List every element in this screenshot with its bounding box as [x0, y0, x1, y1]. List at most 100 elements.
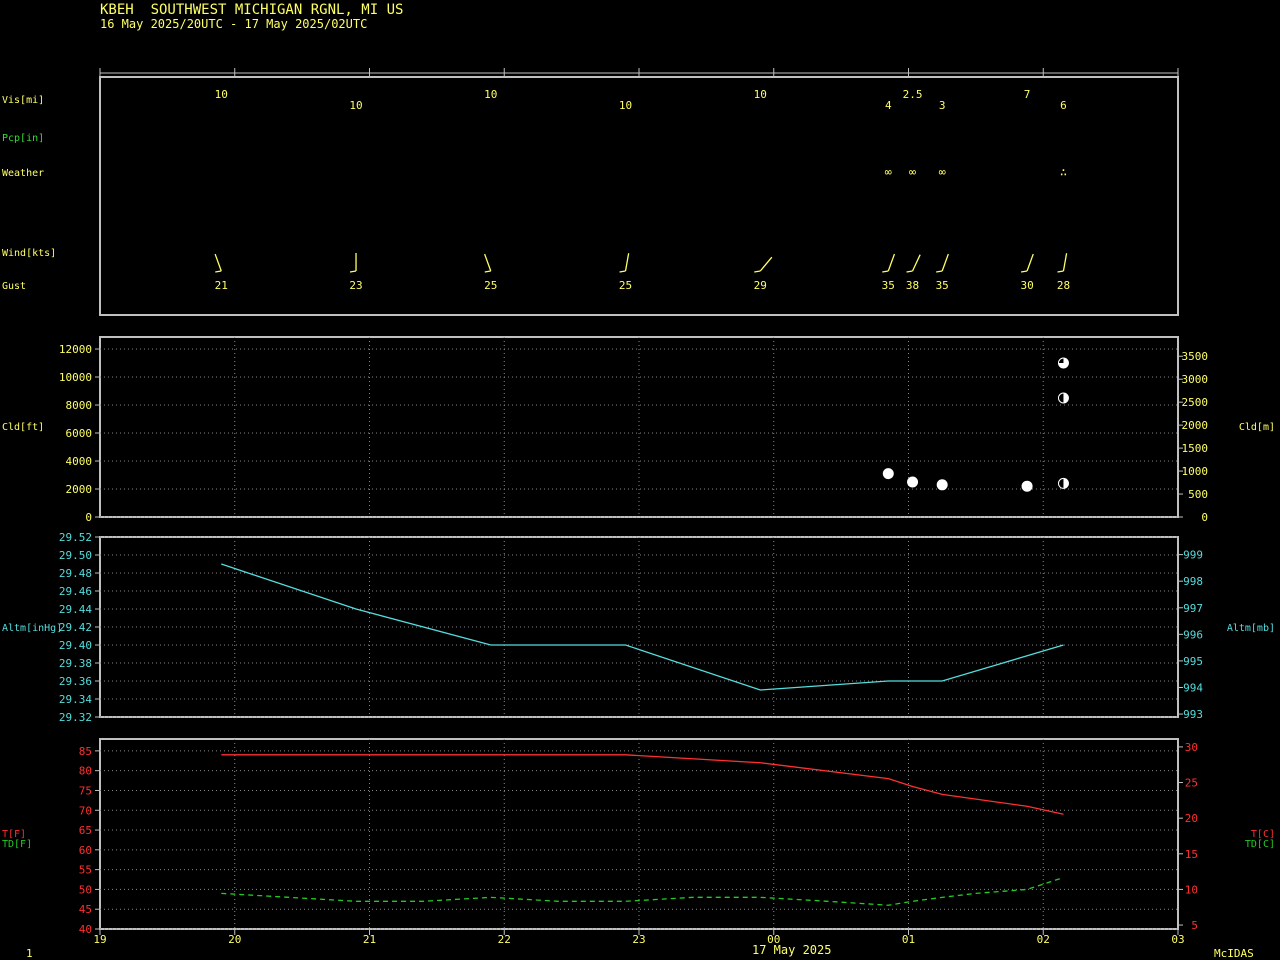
altimeter-inhg-tick-label: 29.46 — [59, 585, 92, 598]
visibility-value: 10 — [619, 99, 632, 112]
wind-row-label: Wind[kts] — [2, 248, 56, 259]
cloud-m-tick-label: 0 — [1201, 511, 1208, 524]
time-axis-hour-label: 21 — [363, 933, 376, 946]
wind-barb-staff — [887, 253, 896, 272]
gust-value: 30 — [1020, 279, 1033, 292]
wind-barb-staff — [624, 253, 630, 272]
gust-value: 23 — [349, 279, 362, 292]
weather-symbol: ∞ — [939, 165, 946, 179]
gust-value: 25 — [619, 279, 632, 292]
gust-row-label: Gust — [2, 281, 26, 292]
cloud-m-tick-label: 2000 — [1182, 419, 1209, 432]
wind-barb-staff — [484, 253, 492, 272]
visibility-value: 10 — [754, 88, 767, 101]
temperature-c-tick-label: 25 — [1185, 777, 1198, 790]
altimeter-mb-axis-label: Altm[mb] — [1227, 623, 1275, 634]
visibility-value: 6 — [1060, 99, 1067, 112]
wind-barb-flag — [349, 270, 357, 273]
time-axis-hour-label: 23 — [632, 933, 645, 946]
gust-value: 29 — [754, 279, 767, 292]
gust-value: 25 — [484, 279, 497, 292]
cloud-ft-tick-label: 4000 — [66, 455, 93, 468]
wind-barb-staff — [911, 254, 921, 272]
temperature-c-tick-label: 20 — [1185, 812, 1198, 825]
cloud-cover-marker — [937, 479, 948, 490]
altimeter-inhg-axis-label: Altm[inHg] — [2, 623, 62, 634]
altimeter-mb-tick-label: 994 — [1183, 681, 1203, 694]
cloud-m-tick-label: 3000 — [1182, 373, 1209, 386]
cloud-m-tick-label: 2500 — [1182, 396, 1209, 409]
temperature-f-tick-label: 65 — [79, 824, 92, 837]
temperature-line — [221, 754, 1064, 815]
wind-barb-flag — [936, 270, 943, 273]
temperature-f-tick-label: 70 — [79, 804, 92, 817]
wind-barb-flag — [1020, 270, 1028, 273]
weather-symbol: ∞ — [909, 165, 916, 179]
time-axis-hour-label: 22 — [498, 933, 511, 946]
time-axis-hour-label: 19 — [93, 933, 106, 946]
cloud-ft-tick-label: 2000 — [66, 483, 93, 496]
gust-value: 28 — [1057, 279, 1070, 292]
altimeter-inhg-tick-label: 29.34 — [59, 693, 92, 706]
temperature-f-tick-label: 80 — [79, 765, 92, 778]
altimeter-inhg-tick-label: 29.48 — [59, 567, 92, 580]
gust-value: 35 — [882, 279, 895, 292]
gust-value: 35 — [936, 279, 949, 292]
wind-barb-staff — [1062, 253, 1068, 272]
weather-symbol: ∴ — [1060, 165, 1067, 179]
visibility-value: 10 — [484, 88, 497, 101]
time-axis-hour-label: 20 — [228, 933, 241, 946]
meteogram-plot: Vis[mi] Pcp[in] Weather Wind[kts] Gust 10 21 10… — [2, 68, 1275, 946]
mcidas-brand: McIDAS — [1214, 947, 1254, 960]
weather-row-label: Weather — [2, 168, 44, 179]
wind-barb-flag — [754, 270, 761, 273]
cloud-ft-tick-label: 8000 — [66, 399, 93, 412]
temperature-c-tick-label: 15 — [1185, 848, 1198, 861]
altimeter-mb-tick-label: 995 — [1183, 655, 1203, 668]
cloud-m-tick-label: 1000 — [1182, 465, 1209, 478]
visibility-value: 2.5 — [903, 88, 923, 101]
altimeter-inhg-tick-label: 29.36 — [59, 675, 92, 688]
cloud-m-tick-label: 3500 — [1182, 350, 1209, 363]
wind-barb-flag — [484, 270, 491, 273]
wind-barb-staff — [759, 256, 773, 272]
temperature-f-tick-label: 45 — [79, 903, 92, 916]
temperature-c-tick-label: 10 — [1185, 883, 1198, 896]
footer-page-mark: 1 — [26, 947, 33, 960]
temperature-f-tick-label: 85 — [79, 745, 92, 758]
temperature-c-tick-label: 30 — [1185, 741, 1198, 754]
cloud-m-axis-label: Cld[m] — [1239, 422, 1275, 433]
time-axis-hour-label: 02 — [1037, 933, 1050, 946]
cloud-ft-tick-label: 10000 — [59, 371, 92, 384]
temperature-f-tick-label: 40 — [79, 923, 92, 936]
temperature-f-tick-label: 60 — [79, 844, 92, 857]
visibility-value: 7 — [1024, 88, 1031, 101]
cloud-cover-marker — [1063, 393, 1069, 403]
visibility-value: 10 — [215, 88, 228, 101]
visibility-value: 4 — [885, 99, 892, 112]
temperature-c-tick-label: 5 — [1191, 919, 1198, 932]
cloud-cover-marker — [1063, 478, 1069, 489]
wind-barb-flag — [619, 270, 626, 273]
altimeter-inhg-tick-label: 29.40 — [59, 639, 92, 652]
time-axis-hour-label: 01 — [902, 933, 915, 946]
temperature-f-tick-label: 50 — [79, 883, 92, 896]
time-axis-hour-label: 03 — [1171, 933, 1184, 946]
altimeter-inhg-tick-label: 29.52 — [59, 531, 92, 544]
visibility-value: 3 — [939, 99, 946, 112]
altimeter-inhg-tick-label: 29.32 — [59, 711, 92, 724]
altimeter-inhg-tick-label: 29.42 — [59, 621, 92, 634]
dewpoint-f-axis-label: TD[F] — [2, 839, 32, 850]
dewpoint-line — [221, 876, 1064, 906]
wind-barb-flag — [906, 270, 913, 273]
gust-value: 21 — [215, 279, 228, 292]
cloud-ft-axis-label: Cld[ft] — [2, 422, 44, 433]
cloud-ft-tick-label: 6000 — [66, 427, 93, 440]
visibility-value: 10 — [349, 99, 362, 112]
wind-barb-staff — [941, 253, 949, 272]
wind-barb-staff — [1026, 253, 1034, 272]
cloud-m-tick-label: 500 — [1188, 488, 1208, 501]
altimeter-mb-tick-label: 993 — [1183, 708, 1203, 721]
altimeter-mb-tick-label: 998 — [1183, 575, 1203, 588]
wind-barb-staff — [214, 253, 222, 272]
